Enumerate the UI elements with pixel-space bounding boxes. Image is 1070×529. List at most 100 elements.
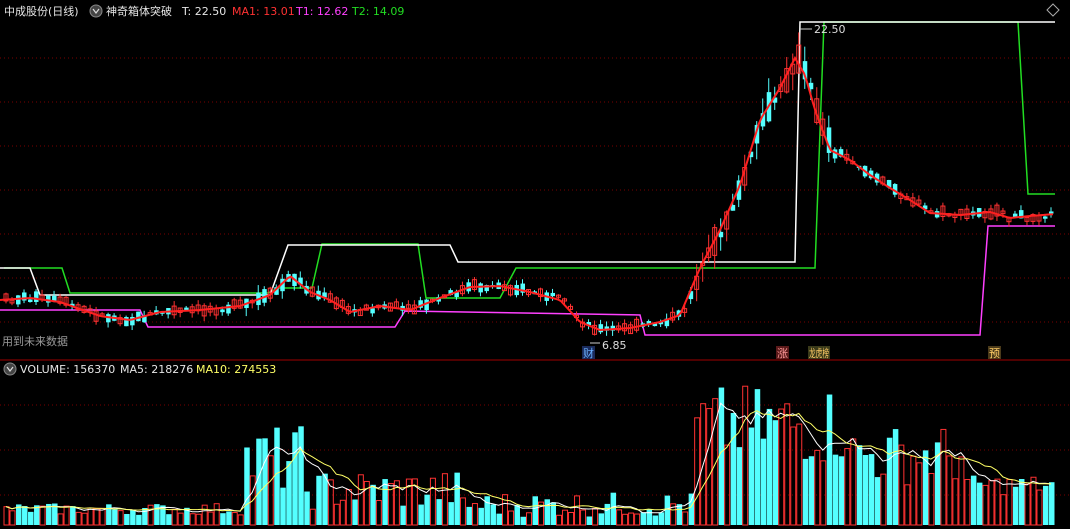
volume-bar xyxy=(652,515,659,525)
volume-bar xyxy=(868,454,875,525)
volume-bar xyxy=(568,511,575,526)
volume-bar xyxy=(592,508,599,526)
volume-bar xyxy=(760,438,767,525)
volume-bar xyxy=(628,512,635,526)
volume-bar xyxy=(616,509,623,526)
volume-bar xyxy=(63,505,70,526)
volume-collapse-icon[interactable] xyxy=(3,362,17,376)
volume-bar xyxy=(220,513,226,525)
volume-bar xyxy=(838,456,845,525)
volume-bar xyxy=(694,417,701,526)
volume-bar xyxy=(928,473,935,526)
volume-bar xyxy=(375,500,382,526)
volume-bar xyxy=(106,504,112,525)
volume-bar xyxy=(429,477,436,526)
volume-bar xyxy=(574,495,581,526)
volume-bars xyxy=(3,385,1055,526)
volume-bar xyxy=(742,385,749,526)
volume-bar xyxy=(244,447,250,525)
volume-bar xyxy=(267,455,274,526)
volume-bar xyxy=(946,455,953,526)
volume-bar xyxy=(1036,489,1043,526)
t2-path xyxy=(4,21,1055,299)
candle-body xyxy=(370,308,375,314)
volume-bar xyxy=(496,513,502,525)
volume-bar xyxy=(484,496,490,525)
ma1-value: MA1: 13.01 xyxy=(232,5,295,18)
volume-bar xyxy=(466,506,472,525)
volume-bar xyxy=(970,475,977,525)
volume-bar xyxy=(189,513,196,526)
forecast-marker[interactable]: 预 xyxy=(989,347,1000,360)
indicator-name: 神奇箱体突破 xyxy=(106,4,172,18)
volume-bar xyxy=(664,495,671,525)
volume-bar xyxy=(136,514,142,525)
candle-body xyxy=(34,291,39,302)
volume-bar xyxy=(298,426,304,525)
volume-bar xyxy=(850,438,857,526)
volume-bar xyxy=(370,484,376,525)
volume-bar xyxy=(910,455,917,526)
volume-bar xyxy=(1042,485,1049,525)
t2-line xyxy=(4,21,1055,299)
volume-bar xyxy=(1030,476,1037,526)
volume-bar xyxy=(478,507,484,525)
diamond-icon[interactable] xyxy=(1046,3,1060,17)
volume-bar xyxy=(471,503,478,526)
volume-bar xyxy=(9,510,16,526)
volume-bar xyxy=(862,455,869,525)
volume-bar xyxy=(22,506,28,525)
t1-value: T1: 12.62 xyxy=(295,5,348,18)
volume-bar xyxy=(856,445,863,525)
volume-bar xyxy=(514,504,520,525)
volume-bar xyxy=(177,512,184,526)
volume-bar xyxy=(952,478,959,526)
volume-bar xyxy=(322,473,328,525)
collapse-icon[interactable] xyxy=(89,4,103,18)
volume-bar xyxy=(1048,482,1055,525)
volume-bar xyxy=(520,516,526,525)
volume-bar xyxy=(352,499,358,525)
volume-bar xyxy=(525,512,532,526)
volume-bar xyxy=(904,484,911,526)
volume-bar xyxy=(796,423,803,526)
volume-bar xyxy=(586,516,593,525)
volume-bar xyxy=(424,494,430,525)
volume-bar xyxy=(682,511,689,526)
volume-bar xyxy=(309,508,316,526)
volume-bar xyxy=(832,454,839,525)
volume-bar xyxy=(154,504,160,525)
limit-up-marker[interactable]: 涨 xyxy=(777,347,788,360)
volume-bar xyxy=(784,403,791,526)
volume-bar xyxy=(598,513,605,525)
dragon-tiger-marker[interactable]: 龙虎榜 xyxy=(809,346,829,360)
future-data-note: 用到未来数据 xyxy=(2,334,68,348)
volume-bar xyxy=(634,513,641,526)
volume-bar xyxy=(1000,494,1007,526)
volume-bar xyxy=(940,428,947,526)
stock-chart: 中成股份(日线) 神奇箱体突破 T: 22.50 MA1: 13.01 T1: … xyxy=(0,3,1070,526)
volume-bar xyxy=(790,426,797,526)
volume-bar xyxy=(766,408,773,525)
candle-body xyxy=(550,292,556,297)
volume-bar xyxy=(207,511,214,526)
volume-bar xyxy=(988,480,995,526)
candle-body xyxy=(1042,216,1048,219)
volume-bar xyxy=(1024,483,1031,526)
volume-bar xyxy=(706,408,713,526)
low-price-label: 6.85 xyxy=(602,339,627,352)
volume-bar xyxy=(124,513,130,525)
volume-bar xyxy=(454,472,460,525)
volume-bar xyxy=(280,487,286,525)
volume-bar xyxy=(982,484,989,526)
volume-bar xyxy=(304,491,310,525)
volume-bar xyxy=(724,444,731,526)
volume-bar xyxy=(958,456,965,526)
volume-bar xyxy=(39,505,46,526)
finance-marker[interactable]: 财 xyxy=(583,346,594,360)
volume-bar xyxy=(490,504,496,525)
volume-bar xyxy=(658,512,665,525)
volume-bar xyxy=(556,514,563,526)
grid-lines xyxy=(0,57,1070,496)
volume-bar xyxy=(357,474,364,526)
